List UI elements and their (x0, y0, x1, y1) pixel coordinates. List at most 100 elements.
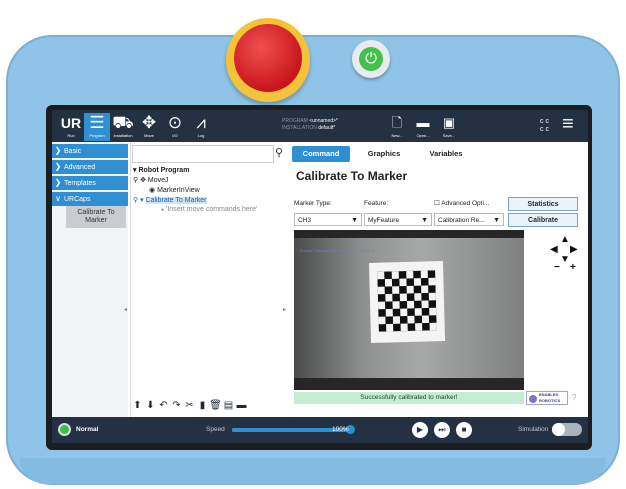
ur-logo-icon: UR (60, 115, 82, 131)
installation-tab[interactable]: ⛟ Installation (110, 113, 136, 141)
chevron-down-icon: ∨ (55, 194, 61, 203)
sidebar-item-label: Basic (64, 148, 82, 155)
move-icon: ⚲ ✥ (133, 177, 146, 184)
speed-value: 100% (332, 426, 349, 433)
save-label: Save... (442, 133, 456, 138)
io-tab[interactable]: ⊙ I/O (162, 113, 188, 141)
chevron-down-icon: ▼ (493, 217, 500, 224)
calibrate-button[interactable]: Calibrate (508, 213, 578, 227)
robot-mode-label: Normal (76, 426, 99, 433)
redo-icon[interactable]: ↷ (170, 400, 183, 411)
new-program-button[interactable]: 🗋 New... (384, 113, 410, 141)
jog-right-icon[interactable]: ▶ (570, 244, 578, 255)
tab-variables[interactable]: Variables (416, 146, 476, 162)
program-info: PROGRAM <unnamed>* INSTALLATION default* (282, 118, 338, 132)
jog-up-icon[interactable]: ▲ (560, 234, 570, 245)
zoom-in-icon[interactable]: + (570, 262, 576, 273)
log-tab[interactable]: ⩘ Log (188, 113, 214, 141)
jog-controls: ▲ ◀ ▶ ▼ − + (548, 234, 584, 294)
open-program-button[interactable]: ▬ Open... (410, 113, 436, 141)
robot-mode-indicator-icon[interactable] (58, 423, 71, 436)
checkerboard-marker (368, 261, 446, 343)
move-up-icon[interactable]: ⬆ (131, 400, 144, 411)
copy-icon[interactable]: ▮ (196, 400, 209, 411)
page-title: Calibrate To Marker (296, 169, 408, 183)
step-button[interactable]: ⏭ (434, 422, 450, 438)
help-icon[interactable]: ? (572, 393, 576, 402)
play-button[interactable]: ▶ (412, 422, 428, 438)
dropdown-value: Calibration Re... (438, 217, 485, 224)
save-icon: ▣ (442, 115, 456, 130)
tree-node-markerinview[interactable]: ◉ MarkerInView (149, 186, 200, 194)
program-tab[interactable]: ☰ Program (84, 113, 110, 141)
feature-dropdown[interactable]: MyFeature ▼ (364, 213, 432, 226)
stop-button[interactable]: ■ (456, 422, 472, 438)
collapse-handle-icon[interactable]: ◂ (124, 306, 127, 313)
io-label: I/O (172, 133, 178, 138)
tree-node-label: MoveJ (147, 177, 169, 184)
comment-icon: ● (161, 207, 165, 213)
advanced-options-checkbox[interactable]: ☐ Advanced Opti... (434, 199, 489, 207)
chevron-right-icon: ❯ (54, 162, 62, 171)
installation-name: default* (318, 125, 336, 131)
checkbox-icon: ☐ (434, 200, 440, 207)
expand-icon: ⚲ ▾ (133, 197, 144, 204)
installation-icon: ⛟ (112, 113, 134, 132)
power-icon: ⏻ (365, 50, 377, 67)
tab-graphics[interactable]: Graphics (354, 146, 414, 162)
enabled-robotics-logo: ENABLED ROBOTICS (526, 391, 568, 405)
move-tab[interactable]: ✥ Move (136, 113, 162, 141)
jog-down-icon[interactable]: ▼ (560, 254, 570, 265)
expand-icon: ▾ (133, 167, 137, 174)
zoom-out-icon[interactable]: − (554, 262, 560, 273)
program-node-panel: Command Graphics Variables Calibrate To … (288, 142, 588, 417)
suppress-icon[interactable]: ▤ (222, 400, 235, 411)
new-label: New... (391, 133, 403, 138)
tree-node-calibrate-to-marker[interactable]: ⚲ ▾ Calibrate To Marker (133, 196, 207, 204)
sidebar-item-basic[interactable]: ❯ Basic (52, 144, 128, 158)
run-tab[interactable]: UR Run (58, 113, 84, 141)
chevron-down-icon: ▼ (421, 217, 428, 224)
more-icon[interactable]: ▬ (235, 400, 248, 411)
logo-mark-icon (529, 395, 537, 403)
tree-node-placeholder[interactable]: ● 'Insert move commands here' (161, 206, 257, 213)
undo-icon[interactable]: ↶ (157, 400, 170, 411)
new-file-icon: 🗋 (391, 115, 403, 130)
run-label: Run (67, 133, 75, 138)
tab-command[interactable]: Command (292, 146, 350, 162)
sidebar-item-urcaps[interactable]: ∨ URCaps (52, 192, 128, 206)
sidebar-item-templates[interactable]: ❯ Templates (52, 176, 128, 190)
simulation-toggle-knob[interactable] (552, 423, 565, 436)
camera-image: Marker Transformation Found - 1.20/12.86 (294, 238, 524, 378)
open-label: Open... (416, 133, 430, 138)
emergency-stop-button[interactable] (234, 24, 302, 92)
delete-icon[interactable]: 🗑 (209, 400, 222, 411)
search-icon[interactable]: ⚲ (275, 146, 283, 159)
save-program-button[interactable]: ▣ Save... (436, 113, 462, 141)
sidebar-item-calibrate-to-marker[interactable]: Calibrate To Marker (66, 206, 126, 228)
dropdown-value: MyFeature (368, 217, 400, 224)
hamburger-menu-icon[interactable]: ≡ (562, 113, 574, 136)
program-icon: ☰ (89, 113, 105, 132)
collapse-handle-icon[interactable]: ▸ (283, 306, 286, 313)
statistics-button[interactable]: Statistics (508, 197, 578, 211)
jog-left-icon[interactable]: ◀ (550, 244, 558, 255)
tree-node-robot-program[interactable]: ▾ Robot Program (133, 166, 189, 174)
cut-icon[interactable]: ✂ (183, 400, 196, 411)
io-icon: ⊙ (167, 113, 183, 132)
tree-node-label: Calibrate To Marker (145, 197, 207, 204)
sidebar-item-advanced[interactable]: ❯ Advanced (52, 160, 128, 174)
calibration-result-dropdown[interactable]: Calibration Re... ▼ (434, 213, 504, 226)
camera-status-text: Marker Transformation Found - 1.20/12.86 (300, 248, 376, 253)
chevron-down-icon: ▼ (351, 217, 358, 224)
marker-type-label: Marker Type: (294, 200, 332, 207)
advanced-options-label: Advanced Opti... (441, 200, 490, 207)
sidebar-item-label: URCaps (64, 196, 91, 203)
tree-search-field[interactable] (132, 145, 274, 163)
tree-node-movej[interactable]: ⚲ ✥ MoveJ (133, 176, 169, 184)
marker-type-dropdown[interactable]: CH3 ▼ (294, 213, 362, 226)
logo-text: ENABLED ROBOTICS (539, 392, 561, 403)
power-button[interactable]: ⏻ (359, 47, 383, 71)
footer-bar: Normal Speed 100% ▶ ⏭ ■ Simulation (52, 417, 588, 443)
move-down-icon[interactable]: ⬇ (144, 400, 157, 411)
